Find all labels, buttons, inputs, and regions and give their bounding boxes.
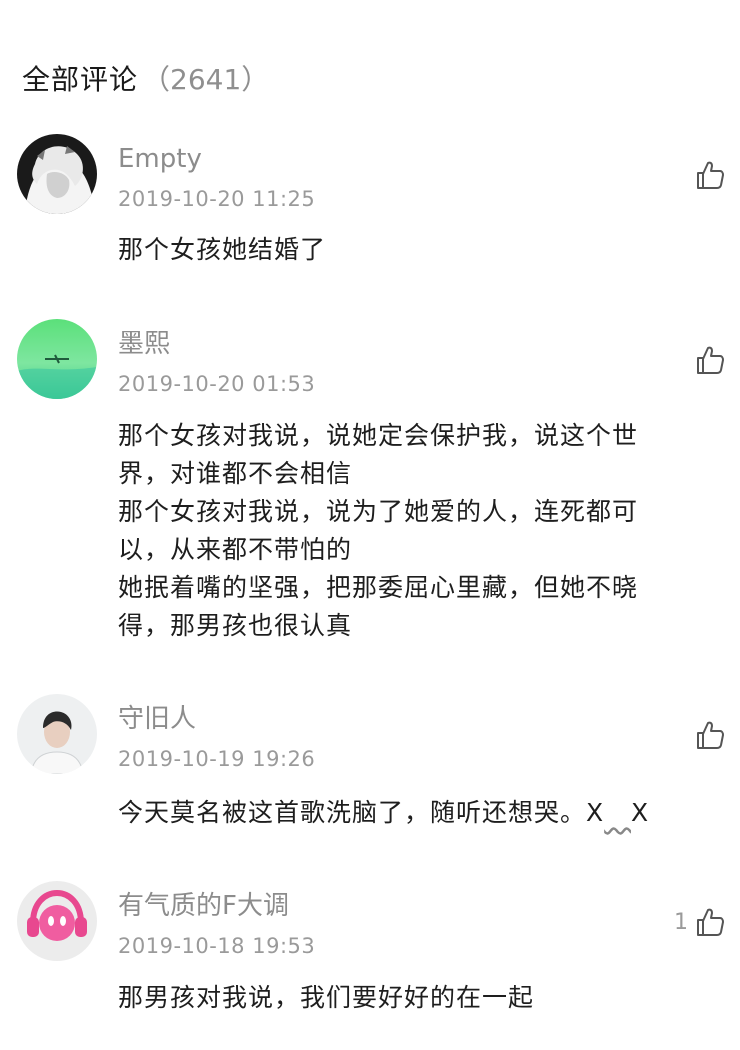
avatar[interactable]: [17, 881, 97, 961]
comment-text: 那个女孩她结婚了: [118, 231, 708, 269]
thumbs-up-icon: [697, 721, 724, 749]
comment-text: 那个女孩对我说，说她定会保护我，说这个世 界，对谁都不会相信 那个女孩对我说，说…: [118, 417, 708, 645]
comments-title: 全部评论: [22, 63, 139, 96]
comment-username[interactable]: Empty: [118, 143, 202, 175]
comment-username[interactable]: 墨熙: [118, 328, 170, 360]
like-button[interactable]: 1: [674, 905, 726, 939]
like-count: 1: [674, 909, 688, 935]
comment-line: 以，从来都不带怕的: [118, 535, 353, 564]
like-button[interactable]: [688, 158, 726, 192]
comment-line: 那个女孩对我说，说她定会保护我，说这个世: [118, 421, 639, 450]
comment-username[interactable]: 守旧人: [118, 703, 196, 735]
comment-timestamp: 2019-10-19 19:26: [118, 747, 316, 771]
comments-count: （2641）: [142, 63, 270, 96]
comment-timestamp: 2019-10-20 11:25: [118, 187, 316, 211]
emoticon-mouth: [604, 798, 631, 827]
emoticon-eye: X: [630, 798, 650, 827]
comment-line: 今天莫名被这首歌洗脑了，随听还想哭。X X: [118, 794, 708, 832]
comment-line-main: 今天莫名被这首歌洗脑了，随听还想哭。X: [118, 798, 605, 827]
comment-line: 那男孩对我说，我们要好好的在一起: [118, 983, 535, 1012]
like-button[interactable]: [688, 343, 726, 377]
comment-text: 今天莫名被这首歌洗脑了，随听还想哭。X X: [118, 794, 708, 832]
thumbs-up-icon: [697, 161, 724, 189]
comment-timestamp: 2019-10-20 01:53: [118, 372, 316, 396]
comment-text: 那男孩对我说，我们要好好的在一起: [118, 979, 708, 1017]
avatar[interactable]: [17, 319, 97, 399]
like-button[interactable]: [688, 718, 726, 752]
comment-line: 界，对谁都不会相信: [118, 459, 353, 488]
comment-line: 她抿着嘴的坚强，把那委屈心里藏，但她不晓: [118, 573, 639, 602]
avatar[interactable]: [17, 134, 97, 214]
comment-line: 那个女孩对我说，说为了她爱的人，连死都可: [118, 497, 639, 526]
comment-timestamp: 2019-10-18 19:53: [118, 934, 316, 958]
comment-line: 得，那男孩也很认真: [118, 611, 353, 640]
thumbs-up-icon: [697, 346, 724, 374]
comment-username[interactable]: 有气质的F大调: [118, 890, 289, 922]
thumbs-up-icon: [697, 908, 724, 936]
comment-line: 那个女孩她结婚了: [118, 235, 327, 264]
avatar[interactable]: [17, 694, 97, 774]
comments-header: 全部评论 （2641）: [22, 58, 269, 98]
